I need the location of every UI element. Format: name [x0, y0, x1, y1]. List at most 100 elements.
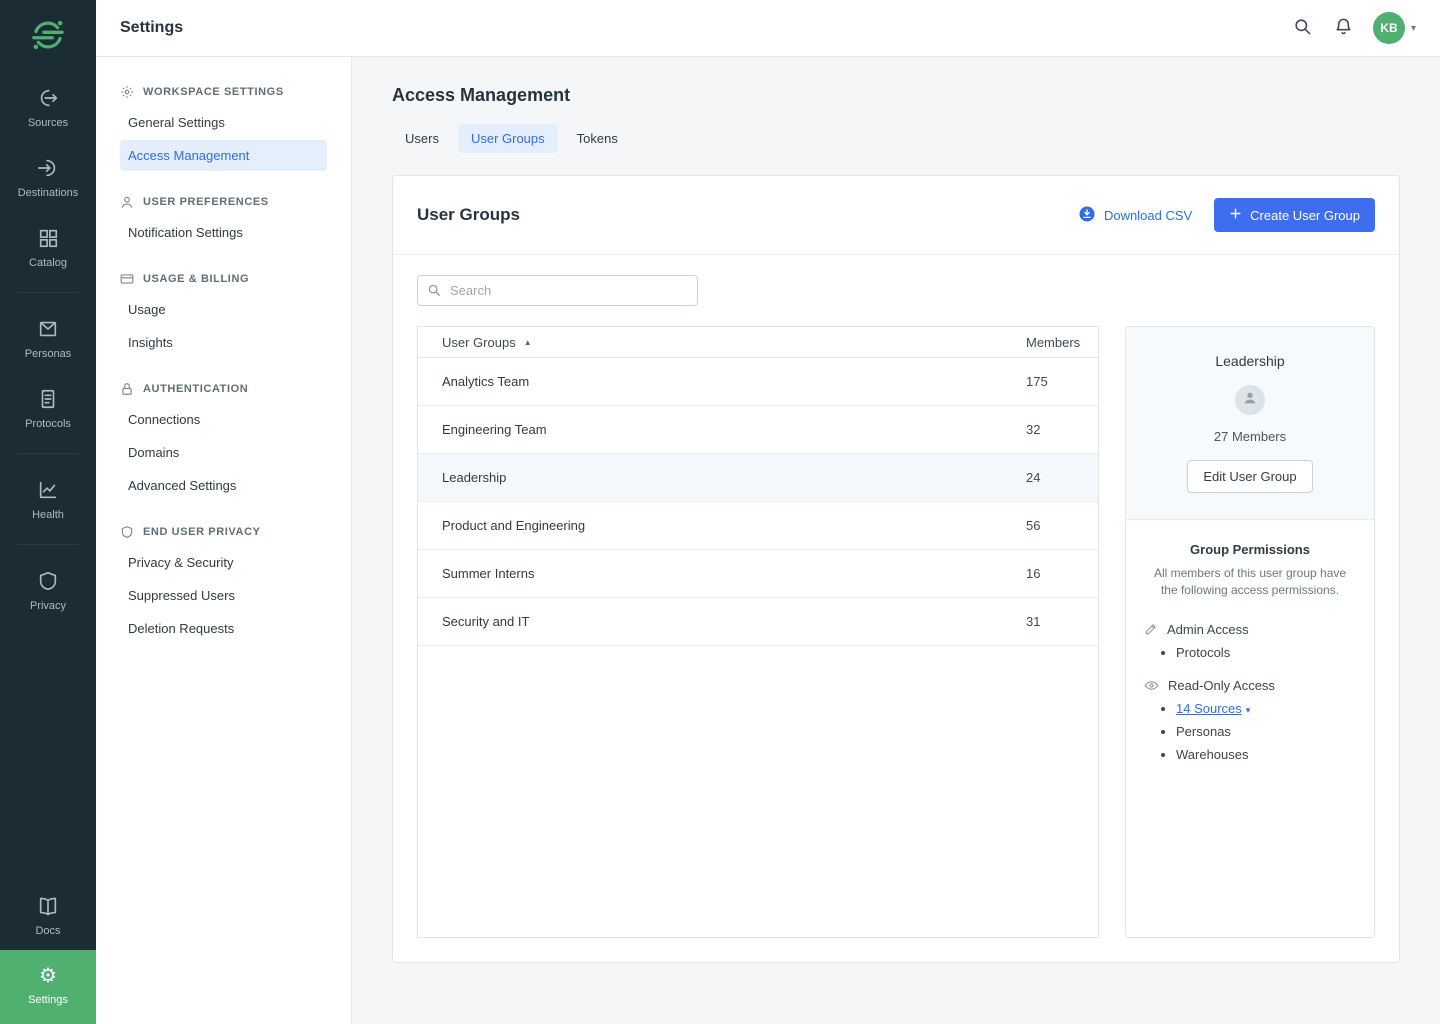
- sidebar-item-privacy[interactable]: Privacy: [0, 555, 96, 625]
- gear-icon: ⚙: [39, 966, 57, 986]
- sources-icon: [37, 87, 59, 109]
- tab-user-groups[interactable]: User Groups: [458, 124, 558, 153]
- sidebar-item-settings[interactable]: ⚙ Settings: [0, 950, 96, 1024]
- group-name-cell: Leadership: [418, 470, 1026, 485]
- nav-heading-label: END USER PRIVACY: [143, 526, 261, 538]
- sidebar-item-protocols[interactable]: Protocols: [0, 373, 96, 443]
- privacy-shield-icon: [37, 570, 59, 592]
- table-row-selected[interactable]: Leadership 24: [418, 454, 1098, 502]
- catalog-grid-icon: [37, 227, 59, 249]
- readonly-access-group: Read-Only Access 14 Sources▾ Personas Wa…: [1144, 678, 1356, 762]
- nav-item-insights[interactable]: Insights: [120, 327, 327, 358]
- topbar-title: Settings: [120, 19, 183, 37]
- nav-heading: AUTHENTICATION: [96, 374, 351, 402]
- nav-item-domains[interactable]: Domains: [120, 437, 327, 468]
- readonly-access-label: Read-Only Access: [1168, 678, 1275, 693]
- nav-item-general-settings[interactable]: General Settings: [120, 107, 327, 138]
- table-header-row: User Groups ▲ Members: [418, 327, 1098, 358]
- sidebar-divider: [18, 292, 78, 293]
- search-icon: [1293, 17, 1312, 39]
- sidebar-item-label: Protocols: [25, 418, 71, 430]
- download-icon: [1078, 205, 1096, 226]
- account-menu[interactable]: KB ▾: [1373, 12, 1416, 44]
- topbar: Settings KB ▾: [96, 0, 1440, 57]
- sources-count-link[interactable]: 14 Sources: [1176, 701, 1242, 716]
- sidebar-item-label: Destinations: [18, 187, 79, 199]
- nav-heading-label: WORKSPACE SETTINGS: [143, 86, 284, 98]
- group-name-cell: Analytics Team: [418, 374, 1026, 389]
- nav-item-usage[interactable]: Usage: [120, 294, 327, 325]
- create-user-group-button[interactable]: Create User Group: [1214, 198, 1375, 232]
- admin-access-group: Admin Access Protocols: [1144, 622, 1356, 660]
- nav-item-suppressed-users[interactable]: Suppressed Users: [120, 580, 327, 611]
- nav-heading-label: AUTHENTICATION: [143, 383, 248, 395]
- sidebar-item-personas[interactable]: Personas: [0, 303, 96, 373]
- nav-section-end-user-privacy: END USER PRIVACY Privacy & Security Supp…: [96, 517, 351, 644]
- sidebar-item-docs[interactable]: Docs: [0, 880, 96, 950]
- nav-item-connections[interactable]: Connections: [120, 404, 327, 435]
- tab-tokens[interactable]: Tokens: [564, 124, 631, 153]
- card-header-actions: Download CSV Create User Group: [1078, 198, 1375, 232]
- topbar-actions: KB ▾: [1291, 12, 1416, 44]
- column-header-label: User Groups: [442, 335, 516, 350]
- nav-item-deletion-requests[interactable]: Deletion Requests: [120, 613, 327, 644]
- table-row[interactable]: Security and IT 31: [418, 598, 1098, 646]
- permissions-title: Group Permissions: [1144, 542, 1356, 557]
- nav-item-access-management[interactable]: Access Management: [120, 140, 327, 171]
- credit-card-icon: [120, 272, 134, 286]
- table-row[interactable]: Engineering Team 32: [418, 406, 1098, 454]
- table-row[interactable]: Summer Interns 16: [418, 550, 1098, 598]
- nav-section-authentication: AUTHENTICATION Connections Domains Advan…: [96, 374, 351, 501]
- segment-logo[interactable]: [0, 0, 96, 72]
- table-row[interactable]: Analytics Team 175: [418, 358, 1098, 406]
- column-header-members[interactable]: Members: [1026, 335, 1098, 350]
- download-csv-label: Download CSV: [1104, 208, 1192, 223]
- members-count-cell: 56: [1026, 518, 1098, 533]
- sidebar-item-sources[interactable]: Sources: [0, 72, 96, 142]
- nav-heading: WORKSPACE SETTINGS: [96, 77, 351, 105]
- nav-item-notification-settings[interactable]: Notification Settings: [120, 217, 327, 248]
- bell-icon: [1334, 17, 1353, 39]
- sidebar-item-label: Personas: [25, 348, 71, 360]
- permissions-description: All members of this user group have the …: [1144, 565, 1356, 600]
- group-name-cell: Product and Engineering: [418, 518, 1026, 533]
- members-count-cell: 24: [1026, 470, 1098, 485]
- nav-item-advanced-settings[interactable]: Advanced Settings: [120, 470, 327, 501]
- search-icon: [427, 283, 441, 297]
- nav-item-privacy-security[interactable]: Privacy & Security: [120, 547, 327, 578]
- segment-logo-icon: [31, 18, 65, 52]
- sidebar-item-label: Docs: [35, 925, 60, 937]
- sidebar-divider: [18, 544, 78, 545]
- admin-access-label: Admin Access: [1167, 622, 1249, 637]
- sidebar-item-label: Sources: [28, 117, 68, 129]
- column-header-user-groups[interactable]: User Groups ▲: [418, 335, 1026, 350]
- nav-section-user-preferences: USER PREFERENCES Notification Settings: [96, 187, 351, 248]
- notifications-button[interactable]: [1332, 15, 1355, 41]
- search-input[interactable]: [417, 275, 698, 306]
- table-row[interactable]: Product and Engineering 56: [418, 502, 1098, 550]
- chevron-down-icon[interactable]: ▾: [1246, 705, 1251, 716]
- tab-users[interactable]: Users: [392, 124, 452, 153]
- group-members-count: 27 Members: [1142, 429, 1358, 444]
- sidebar-item-catalog[interactable]: Catalog: [0, 212, 96, 282]
- chevron-down-icon: ▾: [1411, 23, 1416, 34]
- admin-access-header: Admin Access: [1144, 622, 1356, 637]
- user-groups-card: User Groups Download CSV: [392, 175, 1400, 963]
- nav-heading: USER PREFERENCES: [96, 187, 351, 215]
- nav-heading-label: USER PREFERENCES: [143, 196, 269, 208]
- nav-heading: USAGE & BILLING: [96, 264, 351, 292]
- permission-item: 14 Sources ▾: [1176, 701, 1356, 716]
- content-columns: User Groups ▲ Members Analytics Team 175: [417, 326, 1375, 938]
- user-icon: [120, 195, 134, 209]
- nav-section-workspace-settings: WORKSPACE SETTINGS General Settings Acce…: [96, 77, 351, 171]
- body-row: WORKSPACE SETTINGS General Settings Acce…: [96, 57, 1440, 1024]
- card-body: User Groups ▲ Members Analytics Team 175: [393, 255, 1399, 962]
- sidebar-item-destinations[interactable]: Destinations: [0, 142, 96, 212]
- search-button[interactable]: [1291, 15, 1314, 41]
- download-csv-button[interactable]: Download CSV: [1078, 205, 1192, 226]
- protocols-document-icon: [37, 388, 59, 410]
- group-detail-panel: Leadership 27 Members Edit User: [1125, 326, 1375, 938]
- edit-user-group-button[interactable]: Edit User Group: [1187, 460, 1312, 493]
- nav-section-usage-billing: USAGE & BILLING Usage Insights: [96, 264, 351, 358]
- sidebar-item-health[interactable]: Health: [0, 464, 96, 534]
